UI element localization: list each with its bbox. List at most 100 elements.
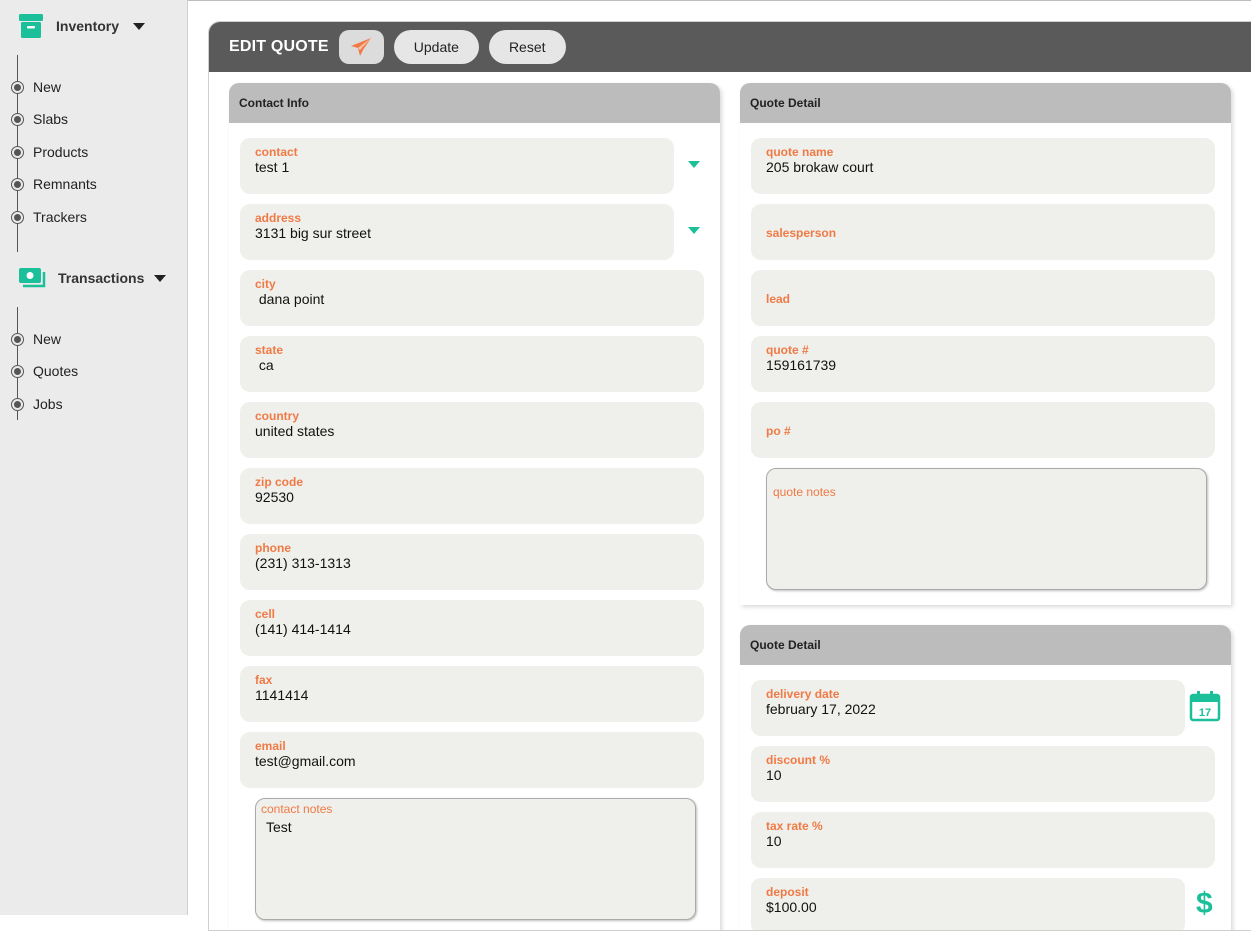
bullet-icon <box>12 113 23 125</box>
field-label: cell <box>255 607 276 621</box>
quote-notes-textarea[interactable]: quote notes <box>766 468 1207 590</box>
state-field[interactable]: state ca <box>240 336 704 392</box>
sidebar-item-label: New <box>33 331 62 347</box>
archive-box-icon <box>19 14 43 38</box>
sidebar-item-label: Jobs <box>33 396 63 412</box>
fax-field[interactable]: fax 1141414 <box>240 666 704 722</box>
field-label: zip code <box>255 475 304 489</box>
quote-number-field[interactable]: quote # 159161739 <box>751 336 1215 392</box>
money-icon <box>19 268 46 288</box>
send-button[interactable] <box>338 30 384 64</box>
lead-field[interactable]: lead <box>751 270 1215 326</box>
contact-notes-textarea[interactable]: contact notes Test <box>255 798 696 920</box>
po-number-field[interactable]: po # <box>751 402 1215 458</box>
field-label: quote name <box>766 145 834 159</box>
top-divider <box>188 0 1251 1</box>
field-value: dana point <box>255 291 325 307</box>
field-label: tax rate % <box>766 819 823 833</box>
sidebar-item-remnants[interactable]: Remnants <box>12 174 97 194</box>
dollar-icon: $ <box>1196 887 1213 920</box>
sidebar-item-label: Trackers <box>33 209 87 225</box>
field-value: 92530 <box>255 489 294 505</box>
field-value: (141) 414-1414 <box>255 621 351 637</box>
update-button[interactable]: Update <box>393 30 479 64</box>
chevron-down-icon[interactable] <box>688 161 700 168</box>
field-label: quote notes <box>773 485 836 499</box>
email-field[interactable]: email test@gmail.com <box>240 732 704 788</box>
sidebar-item-slabs[interactable]: Slabs <box>12 109 68 129</box>
field-value: february 17, 2022 <box>766 701 876 717</box>
chevron-down-icon[interactable] <box>154 274 167 282</box>
sidebar-item-new[interactable]: New <box>12 77 61 97</box>
card-title: Quote Detail <box>740 625 1231 665</box>
country-field[interactable]: country united states <box>240 402 704 458</box>
panel-header: EDIT QUOTE Update Reset <box>209 22 1251 72</box>
card-title: Quote Detail <box>740 83 1231 123</box>
bullet-icon <box>12 211 23 223</box>
sidebar-item-trackers[interactable]: Trackers <box>12 207 87 227</box>
field-value: 10 <box>766 833 782 849</box>
sidebar-item-jobs[interactable]: Jobs <box>12 394 63 414</box>
delivery-date-field[interactable]: delivery date february 17, 2022 <box>751 680 1185 736</box>
quote-name-field[interactable]: quote name 205 brokaw court <box>751 138 1215 194</box>
field-label: delivery date <box>766 687 840 701</box>
sidebar-item-label: Products <box>33 144 89 160</box>
field-value: ca <box>255 357 274 373</box>
quote-detail-pricing-card: Quote Detail delivery date february 17, … <box>740 625 1231 930</box>
paper-plane-icon <box>351 38 372 56</box>
sidebar-item-quotes[interactable]: Quotes <box>12 361 78 381</box>
sidebar: Inventory New Slabs Products Remnants Tr… <box>0 0 188 915</box>
discount-field[interactable]: discount % 10 <box>751 746 1215 802</box>
field-value: 10 <box>766 767 782 783</box>
bullet-icon <box>12 178 23 190</box>
chevron-down-icon[interactable] <box>688 227 700 234</box>
bullet-icon <box>12 146 23 158</box>
deposit-field[interactable]: deposit $100.00 <box>751 878 1185 930</box>
salesperson-field[interactable]: salesperson <box>751 204 1215 260</box>
field-placeholder: po # <box>766 424 791 438</box>
field-value: 3131 big sur street <box>255 225 371 241</box>
field-label: phone <box>255 541 291 555</box>
chevron-down-icon[interactable] <box>133 22 146 30</box>
cell-field[interactable]: cell (141) 414-1414 <box>240 600 704 656</box>
phone-field[interactable]: phone (231) 313-1313 <box>240 534 704 590</box>
field-label: state <box>255 343 284 357</box>
field-label: fax <box>255 673 273 687</box>
quote-detail-card: Quote Detail quote name 205 brokaw court… <box>740 83 1231 605</box>
field-placeholder: salesperson <box>766 226 837 240</box>
field-value: Test <box>266 819 292 835</box>
sidebar-item-label: New <box>33 79 62 95</box>
field-value: (231) 313-1313 <box>255 555 351 571</box>
contact-field[interactable]: contact test 1 <box>240 138 674 194</box>
sidebar-item-new-transaction[interactable]: New <box>12 329 61 349</box>
field-label: city <box>255 277 276 291</box>
sidebar-group-inventory[interactable]: Inventory <box>18 11 146 41</box>
sidebar-group-transactions[interactable]: Transactions <box>18 263 167 293</box>
field-label: address <box>255 211 302 225</box>
bullet-icon <box>12 81 23 93</box>
reset-button[interactable]: Reset <box>488 30 566 64</box>
page-title: EDIT QUOTE <box>229 38 329 55</box>
bullet-icon <box>12 398 23 410</box>
zip-code-field[interactable]: zip code 92530 <box>240 468 704 524</box>
bullet-icon <box>12 365 23 377</box>
city-field[interactable]: city dana point <box>240 270 704 326</box>
sidebar-item-products[interactable]: Products <box>12 142 88 162</box>
field-value: 159161739 <box>766 357 837 373</box>
calendar-icon[interactable]: 17 <box>1189 690 1221 727</box>
sidebar-item-label: Slabs <box>33 111 69 127</box>
address-field[interactable]: address 3131 big sur street <box>240 204 674 260</box>
contact-info-card: Contact Info contact test 1 address 3131… <box>229 83 720 930</box>
calendar-day: 17 <box>1199 707 1211 719</box>
card-title: Contact Info <box>229 83 720 123</box>
field-label: contact notes <box>261 802 333 816</box>
field-value: united states <box>255 423 335 439</box>
field-label: quote # <box>766 343 809 357</box>
sidebar-item-label: Quotes <box>33 363 79 379</box>
field-value: 205 brokaw court <box>766 159 874 175</box>
field-label: discount % <box>766 753 831 767</box>
sidebar-item-label: Remnants <box>33 176 97 192</box>
field-value: $100.00 <box>766 899 817 915</box>
tax-rate-field[interactable]: tax rate % 10 <box>751 812 1215 868</box>
field-value: 1141414 <box>255 687 309 703</box>
